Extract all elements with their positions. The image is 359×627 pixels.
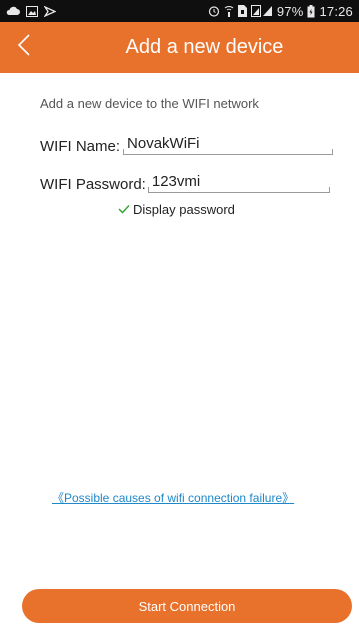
back-button[interactable] xyxy=(6,29,42,65)
wifi-password-field-wrap xyxy=(147,171,330,193)
wifi-name-input[interactable] xyxy=(123,133,334,155)
back-chevron-icon xyxy=(17,33,31,62)
wifi-password-input[interactable] xyxy=(147,171,330,193)
checkmark-icon xyxy=(118,202,130,217)
display-password-label: Display password xyxy=(133,202,235,217)
wifi-name-label: WIFI Name: xyxy=(40,138,121,155)
clock: 17:26 xyxy=(319,3,353,19)
alarm-icon xyxy=(208,5,220,17)
wifi-name-row: WIFI Name: xyxy=(40,133,334,155)
signal-icon xyxy=(250,5,273,17)
start-connection-button[interactable]: Start Connection xyxy=(22,589,352,623)
app-bar: Add a new device xyxy=(0,22,359,73)
image-icon xyxy=(26,5,38,17)
intro-text: Add a new device to the WIFI network xyxy=(40,96,259,111)
status-bar: 97% 17:26 xyxy=(0,0,359,22)
wifi-password-row: WIFI Password: xyxy=(40,171,330,193)
display-password-checkbox[interactable]: Display password xyxy=(118,202,235,217)
sim-icon xyxy=(237,5,247,17)
page-title: Add a new device xyxy=(125,36,284,58)
wifi-name-field-wrap xyxy=(123,133,334,155)
connection-failure-help-link[interactable]: 《Possible causes of wifi connection fail… xyxy=(52,489,294,506)
wifi-password-label: WIFI Password: xyxy=(40,176,146,193)
status-left-icons xyxy=(6,5,56,17)
cast-icon xyxy=(44,5,56,17)
battery-icon xyxy=(307,4,315,18)
battery-percent: 97% xyxy=(276,3,304,19)
wifi-calling-icon xyxy=(224,5,234,17)
status-right-icons: 97% 17:26 xyxy=(208,4,353,19)
cloud-icon xyxy=(6,6,20,16)
